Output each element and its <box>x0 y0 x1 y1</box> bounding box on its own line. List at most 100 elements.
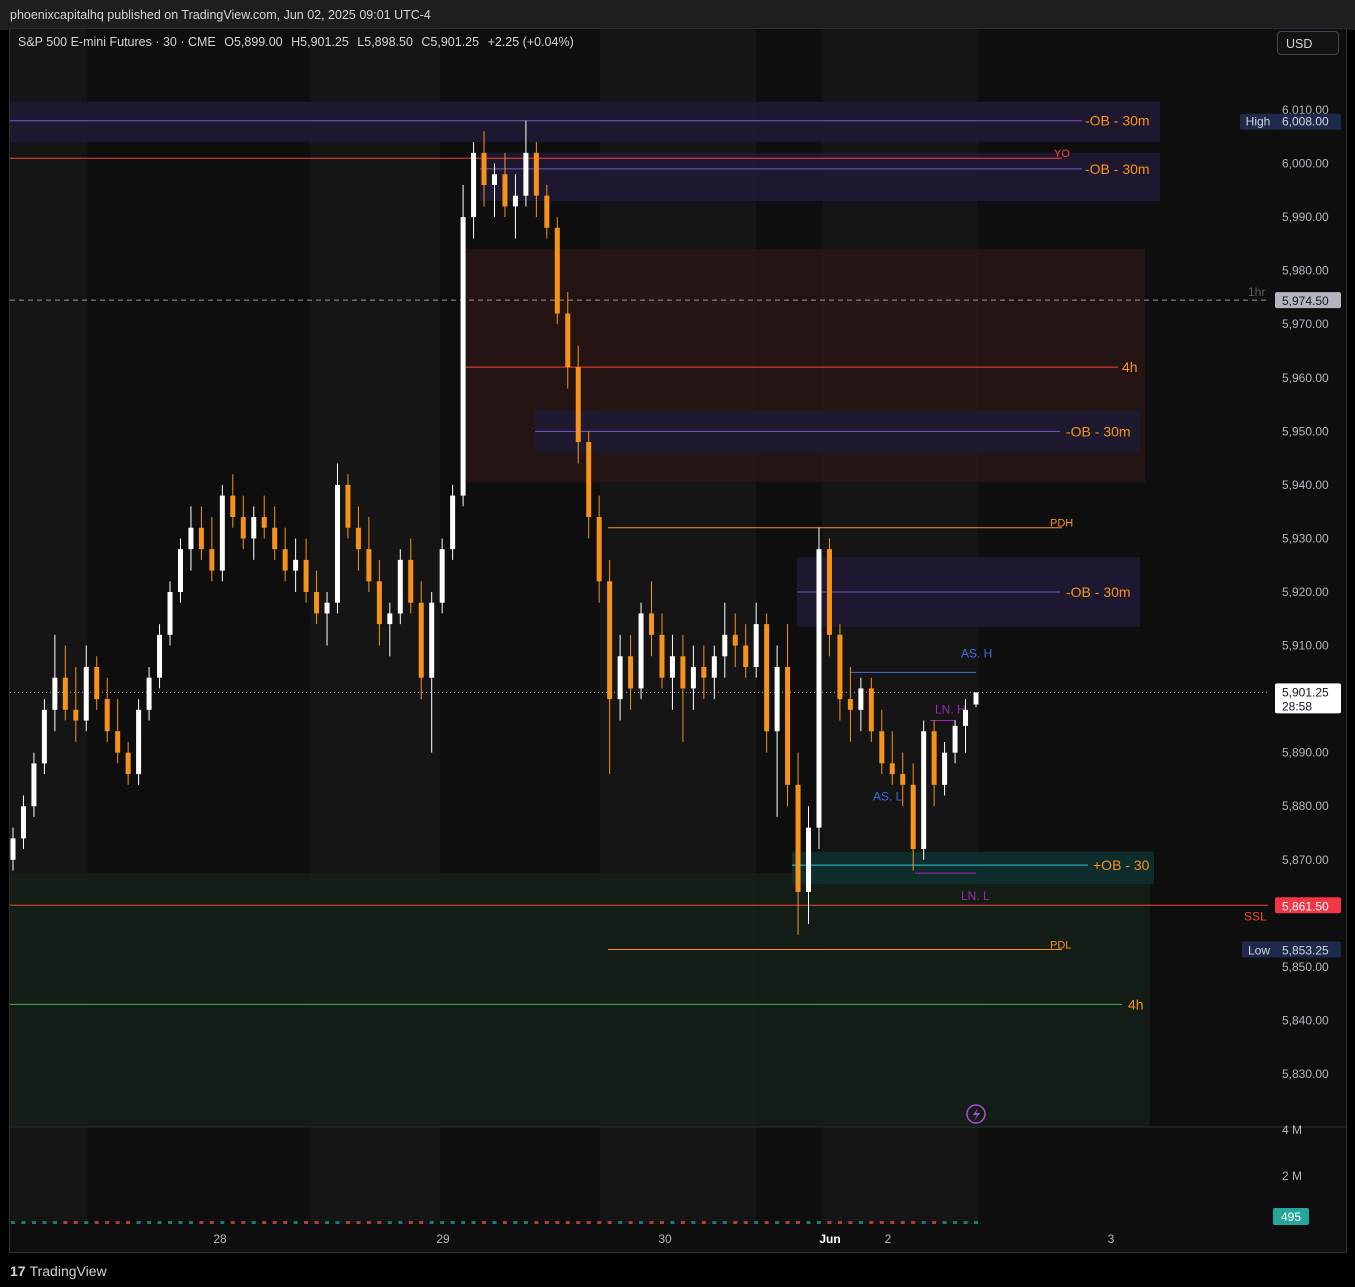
volume-bar <box>178 1221 183 1224</box>
volume-bar <box>31 1221 36 1224</box>
candle-body <box>900 774 906 785</box>
volume-bar <box>136 1221 141 1224</box>
ohlc-change: +2.25 (+0.04%) <box>487 35 574 49</box>
candle-body <box>701 666 707 678</box>
candle-body <box>910 784 916 850</box>
volume-bar <box>366 1221 371 1224</box>
y-tick-label: 5,910.00 <box>1282 639 1329 653</box>
candle-body <box>785 666 791 785</box>
level-label: +OB - 30 <box>1093 857 1150 873</box>
volume-bar <box>775 1221 780 1224</box>
candle-body <box>198 527 204 550</box>
candlestick-chart[interactable]: -OB - 30m YO -OB - 30m 4h -OB - 30m PDH -OB - … <box>10 29 1346 1252</box>
volume-bar <box>63 1221 68 1224</box>
candle-body <box>617 656 623 700</box>
symbol-legend: S&P 500 E-mini Futures · 30 · CME O5,899… <box>18 35 579 49</box>
level-label: 4h <box>1122 359 1138 375</box>
volume-bar <box>429 1221 434 1224</box>
candle-body <box>429 602 435 678</box>
volume-bar <box>157 1221 162 1224</box>
volume-bar <box>628 1221 633 1224</box>
volume-bar <box>555 1221 560 1224</box>
candle-body <box>680 656 686 689</box>
candle-body <box>397 559 403 614</box>
volume-bar <box>513 1221 518 1224</box>
y-tick-label: 5,940.00 <box>1282 478 1329 492</box>
candle-body <box>230 495 236 518</box>
1hr-label: 1hr <box>1248 285 1265 299</box>
currency-button[interactable]: USD <box>1277 31 1339 55</box>
candle-body <box>314 592 320 614</box>
candle-body <box>115 731 121 753</box>
candle-body <box>387 613 393 625</box>
volume-bar <box>691 1221 696 1224</box>
volume-bar <box>115 1221 120 1224</box>
candle-body <box>690 666 696 689</box>
ob-zone <box>10 101 1160 143</box>
candle-body <box>638 613 644 689</box>
volume-bar <box>743 1221 748 1224</box>
volume-bar <box>890 1221 895 1224</box>
candle-body <box>607 581 613 700</box>
tradingview-logo[interactable]: 17 TradingView <box>10 1263 107 1279</box>
y-tick-label: 5,990.00 <box>1282 210 1329 224</box>
candle-body <box>251 517 257 539</box>
candle-body <box>512 195 518 207</box>
level-label: -OB - 30m <box>1085 161 1150 177</box>
volume-badge-value: 495 <box>1281 1210 1301 1224</box>
volume-bar <box>84 1221 89 1224</box>
volume-bar <box>168 1221 173 1224</box>
volume-bar <box>764 1221 769 1224</box>
candle-body <box>94 666 100 700</box>
volume-bar <box>869 1221 874 1224</box>
volume-bar <box>816 1221 821 1224</box>
candle-body <box>345 484 351 528</box>
x-tick-label: 29 <box>436 1232 450 1246</box>
volume-bar <box>565 1221 570 1224</box>
volume-bar <box>304 1221 309 1224</box>
candle-body <box>219 495 225 571</box>
volume-bar <box>94 1221 99 1224</box>
volume-bar <box>241 1221 246 1224</box>
volume-bar <box>534 1221 539 1224</box>
candle-body <box>858 688 864 710</box>
volume-bar <box>220 1221 225 1224</box>
candle-body <box>334 484 340 603</box>
candle-body <box>764 624 770 732</box>
volume-bar <box>701 1221 706 1224</box>
volume-bar <box>147 1221 152 1224</box>
countdown-timer: 28:58 <box>1282 699 1312 713</box>
candle-body <box>649 613 655 635</box>
candle-body <box>575 367 581 443</box>
candle-body <box>806 827 812 892</box>
candle-body <box>795 784 801 892</box>
candle-body <box>889 763 895 775</box>
ssl-badge-value: 5,861.50 <box>1282 899 1329 913</box>
candle-body <box>355 527 361 550</box>
volume-bar <box>293 1221 298 1224</box>
candle-body <box>408 559 414 603</box>
volume-bar <box>911 1221 916 1224</box>
candle-body <box>31 763 37 807</box>
candle-body <box>816 549 822 828</box>
y-tick-label: 5,960.00 <box>1282 371 1329 385</box>
level-label: 4h <box>1128 996 1144 1012</box>
candle-body <box>931 731 937 785</box>
candle-body <box>73 709 79 721</box>
volume-bar <box>586 1221 591 1224</box>
volume-bar <box>680 1221 685 1224</box>
chart-frame[interactable]: -OB - 30m YO -OB - 30m 4h -OB - 30m PDH -OB - … <box>9 28 1347 1253</box>
volume-bar <box>806 1221 811 1224</box>
candle-body <box>544 195 550 228</box>
volume-bar <box>492 1221 497 1224</box>
candle-body <box>554 227 560 314</box>
volume-bar <box>314 1221 319 1224</box>
volume-bar <box>42 1221 47 1224</box>
candle-body <box>209 549 215 571</box>
candle-body <box>973 692 979 705</box>
candle-body <box>868 688 874 732</box>
volume-bar <box>942 1221 947 1224</box>
1hr-badge-value: 5,974.50 <box>1282 294 1329 308</box>
volume-bar <box>199 1221 204 1224</box>
ohlc-open: O5,899.00 <box>224 35 283 49</box>
